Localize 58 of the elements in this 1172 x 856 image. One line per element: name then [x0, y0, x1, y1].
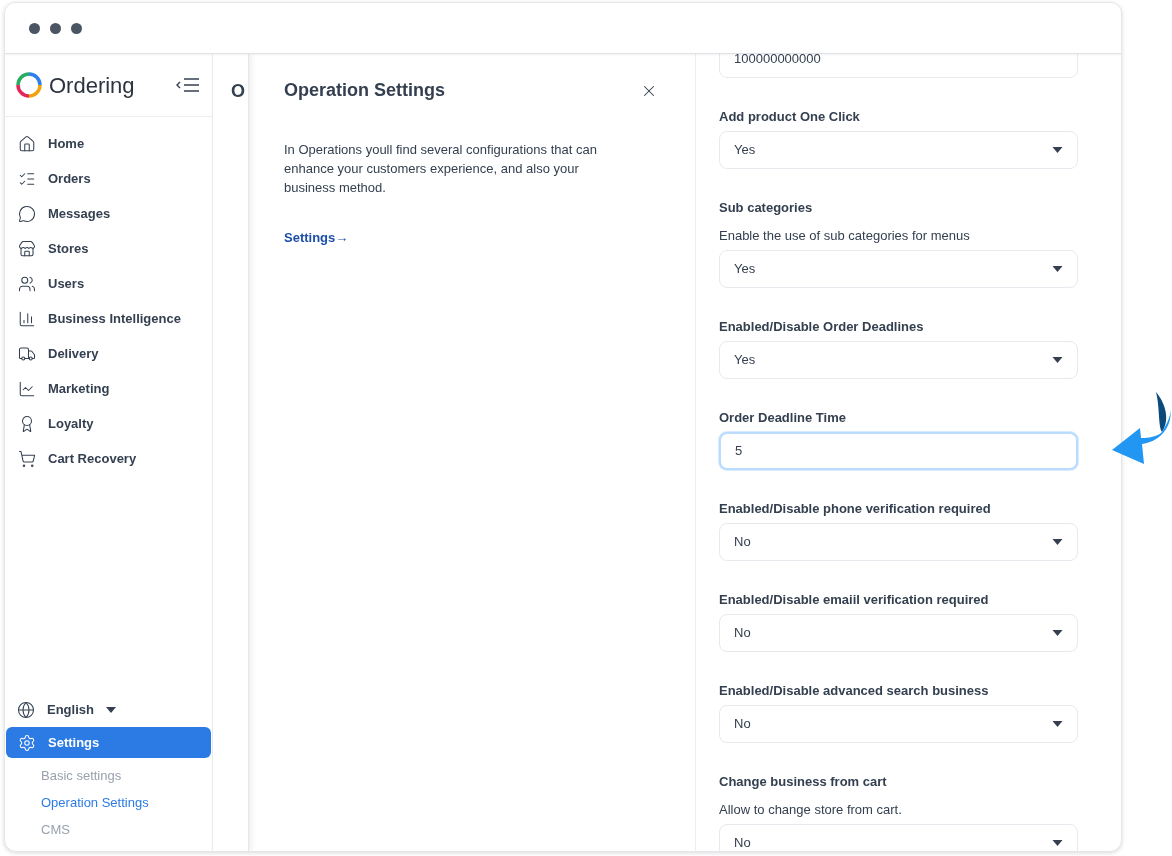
sidebar-item[interactable]: Messages — [6, 196, 211, 231]
caret-icon — [1052, 721, 1063, 727]
collapse-menu-icon[interactable] — [176, 78, 200, 92]
caret-icon — [1052, 630, 1063, 636]
sidebar-item[interactable]: Business Intelligence — [6, 301, 211, 336]
caret-icon — [105, 706, 116, 713]
store-icon — [18, 239, 36, 258]
language-selector[interactable]: English — [5, 692, 212, 727]
sidebar-item[interactable]: Cart Recovery — [6, 441, 211, 476]
cart-icon — [18, 449, 36, 468]
drawer-title: Operation Settings — [284, 79, 445, 102]
select-field[interactable]: Yes — [719, 341, 1078, 379]
sidebar-item[interactable]: Stores — [6, 231, 211, 266]
select-field[interactable]: Yes — [719, 250, 1078, 288]
sidebar-item[interactable]: Marketing — [6, 371, 211, 406]
page-title: O — [230, 80, 246, 103]
field-label: Enabled/Disable Order Deadlines — [719, 319, 925, 334]
submenu-item[interactable]: Operation Settings — [5, 789, 212, 816]
field-label: Order Deadline Time — [719, 410, 847, 425]
select-field[interactable]: No — [719, 705, 1078, 743]
caret-icon — [1052, 147, 1063, 153]
drawer-description: In Operations youll find several configurations that can enhance your customers experience, and also your business method. — [284, 141, 598, 197]
sidebar-item[interactable]: Orders — [6, 161, 211, 196]
settings-icon — [18, 733, 36, 752]
settings-link[interactable]: Settings→ — [284, 228, 349, 248]
field-description: Enable the use of sub categories for menus — [719, 228, 971, 243]
field-label: Enabled/Disable advanced search business — [719, 683, 990, 698]
field-label: Add product One Click — [719, 109, 861, 124]
chat-bubble-icon — [18, 204, 36, 223]
sidebar-item[interactable]: Users — [6, 266, 211, 301]
select-field[interactable]: No — [719, 614, 1078, 652]
line-chart-icon — [18, 379, 36, 398]
sidebar-item[interactable]: Delivery — [6, 336, 211, 371]
brand-name: Ordering — [49, 71, 135, 100]
field-label: Enabled/Disable phone verification required — [719, 501, 992, 516]
input-field[interactable]: 100000000000 — [719, 54, 1078, 78]
field-description: Allow to change store from cart. — [719, 802, 903, 817]
select-field[interactable]: No — [719, 824, 1078, 851]
caret-icon — [1052, 539, 1063, 545]
truck-icon — [18, 344, 36, 363]
logo-icon — [15, 71, 43, 99]
curved-arrow-icon — [1112, 392, 1172, 466]
sidebar-item[interactable]: Settings — [6, 727, 211, 758]
home-icon — [18, 134, 36, 153]
field-label: Sub categories — [719, 200, 814, 215]
bar-chart-icon — [18, 309, 36, 328]
field-label: Change business from cart — [719, 774, 888, 789]
globe-icon — [17, 700, 35, 719]
field-label: Enabled/Disable emaiil verification required — [719, 592, 990, 607]
caret-icon — [1052, 840, 1063, 846]
select-field[interactable]: No — [719, 523, 1078, 561]
sidebar-item[interactable]: Home — [6, 126, 211, 161]
select-field[interactable]: Yes — [719, 131, 1078, 169]
sidebar-item[interactable]: Loyalty — [6, 406, 211, 441]
users-icon — [18, 274, 36, 293]
caret-icon — [1052, 357, 1063, 363]
input-field[interactable]: 5 — [719, 432, 1078, 470]
caret-icon — [1052, 266, 1063, 272]
